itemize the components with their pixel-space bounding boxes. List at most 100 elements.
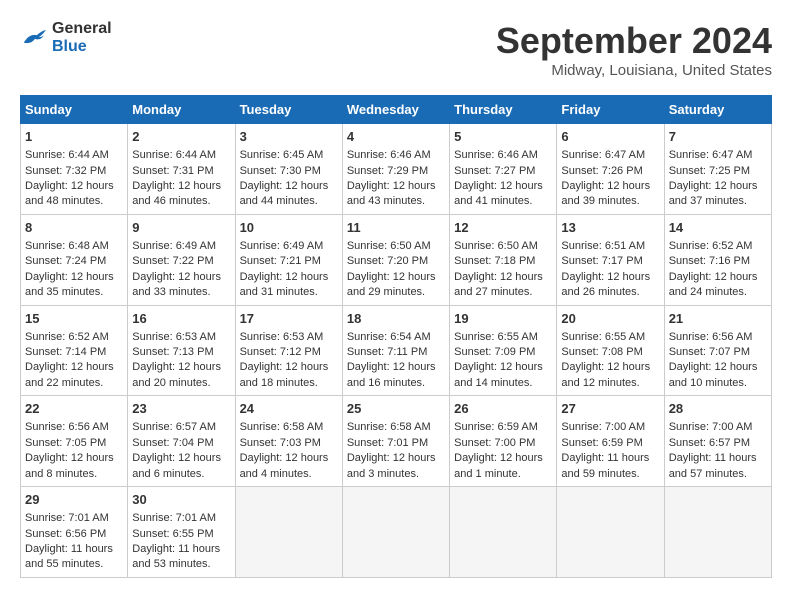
cell-info-line: Sunrise: 6:46 AM bbox=[347, 148, 445, 163]
cell-info-line: Daylight: 11 hours bbox=[25, 542, 123, 557]
day-number: 2 bbox=[132, 128, 230, 146]
cell-info-line: Sunset: 7:17 PM bbox=[561, 254, 659, 269]
day-number: 30 bbox=[132, 491, 230, 509]
calendar-week-1: 1 Sunrise: 6:44 AM Sunset: 7:32 PM Daylight… bbox=[21, 124, 772, 215]
cell-info-line: Sunset: 7:32 PM bbox=[25, 164, 123, 179]
cell-info-line: Sunset: 7:25 PM bbox=[669, 164, 767, 179]
cell-info-line: and 14 minutes. bbox=[454, 376, 552, 391]
day-number: 6 bbox=[561, 128, 659, 146]
cell-info-line: Daylight: 12 hours bbox=[25, 360, 123, 375]
logo-text: General Blue bbox=[52, 20, 112, 56]
cell-info-line: Sunset: 7:21 PM bbox=[240, 254, 338, 269]
cell-info-line: Sunset: 7:16 PM bbox=[669, 254, 767, 269]
cell-info-line: Sunset: 7:24 PM bbox=[25, 254, 123, 269]
cell-info-line: Sunrise: 7:01 AM bbox=[25, 511, 123, 526]
cell-info-line: and 27 minutes. bbox=[454, 285, 552, 300]
calendar-table: Sunday Monday Tuesday Wednesday Thursday… bbox=[20, 95, 772, 578]
cell-info-line: Daylight: 12 hours bbox=[132, 360, 230, 375]
cell-info-line: Sunset: 6:55 PM bbox=[132, 527, 230, 542]
cell-info-line: Sunrise: 7:00 AM bbox=[669, 420, 767, 435]
cell-info-line: Sunrise: 6:55 AM bbox=[454, 330, 552, 345]
calendar-cell: 30Sunrise: 7:01 AMSunset: 6:55 PMDayligh… bbox=[128, 487, 235, 578]
calendar-cell bbox=[235, 487, 342, 578]
cell-info-line: Daylight: 11 hours bbox=[132, 542, 230, 557]
cell-info-line: Sunrise: 6:45 AM bbox=[240, 148, 338, 163]
cell-info-line: Sunrise: 6:53 AM bbox=[240, 330, 338, 345]
cell-info-line: Daylight: 12 hours bbox=[240, 179, 338, 194]
calendar-cell bbox=[450, 487, 557, 578]
cell-info-line: Sunset: 7:12 PM bbox=[240, 345, 338, 360]
cell-info-line: and 53 minutes. bbox=[132, 557, 230, 572]
day-number: 14 bbox=[669, 219, 767, 237]
day-number: 18 bbox=[347, 310, 445, 328]
cell-info-line: Sunrise: 6:44 AM bbox=[132, 148, 230, 163]
calendar-cell: 21Sunrise: 6:56 AMSunset: 7:07 PMDayligh… bbox=[664, 305, 771, 396]
cell-info-line: Daylight: 12 hours bbox=[25, 270, 123, 285]
calendar-cell: 18Sunrise: 6:54 AMSunset: 7:11 PMDayligh… bbox=[342, 305, 449, 396]
cell-info-line: and 18 minutes. bbox=[240, 376, 338, 391]
day-number: 1 bbox=[25, 128, 123, 146]
cell-info-line: Daylight: 12 hours bbox=[561, 270, 659, 285]
cell-info-line: and 41 minutes. bbox=[454, 194, 552, 209]
cell-info-line: Sunset: 7:27 PM bbox=[454, 164, 552, 179]
calendar-cell: 20Sunrise: 6:55 AMSunset: 7:08 PMDayligh… bbox=[557, 305, 664, 396]
calendar-week-4: 22Sunrise: 6:56 AMSunset: 7:05 PMDayligh… bbox=[21, 396, 772, 487]
cell-info-line: Sunrise: 6:56 AM bbox=[669, 330, 767, 345]
calendar-cell: 2Sunrise: 6:44 AMSunset: 7:31 PMDaylight… bbox=[128, 124, 235, 215]
cell-info-line: Sunset: 6:56 PM bbox=[25, 527, 123, 542]
cell-info-line: and 26 minutes. bbox=[561, 285, 659, 300]
cell-info-line: and 22 minutes. bbox=[25, 376, 123, 391]
day-number: 3 bbox=[240, 128, 338, 146]
cell-info-line: and 6 minutes. bbox=[132, 467, 230, 482]
cell-info-line: Daylight: 12 hours bbox=[347, 451, 445, 466]
calendar-cell: 10Sunrise: 6:49 AMSunset: 7:21 PMDayligh… bbox=[235, 214, 342, 305]
day-number: 24 bbox=[240, 400, 338, 418]
cell-info-line: Sunset: 7:22 PM bbox=[132, 254, 230, 269]
cell-info-line: Sunrise: 6:49 AM bbox=[240, 239, 338, 254]
cell-info-line: Sunset: 7:11 PM bbox=[347, 345, 445, 360]
calendar-cell bbox=[342, 487, 449, 578]
col-saturday: Saturday bbox=[664, 96, 771, 124]
cell-info-line: Sunrise: 6:59 AM bbox=[454, 420, 552, 435]
calendar-cell: 26Sunrise: 6:59 AMSunset: 7:00 PMDayligh… bbox=[450, 396, 557, 487]
cell-info-line: Daylight: 12 hours bbox=[454, 451, 552, 466]
calendar-cell: 8Sunrise: 6:48 AMSunset: 7:24 PMDaylight… bbox=[21, 214, 128, 305]
cell-info-line: Sunset: 7:30 PM bbox=[240, 164, 338, 179]
cell-info-line: Daylight: 12 hours bbox=[669, 360, 767, 375]
cell-info-line: and 4 minutes. bbox=[240, 467, 338, 482]
calendar-cell: 16Sunrise: 6:53 AMSunset: 7:13 PMDayligh… bbox=[128, 305, 235, 396]
day-number: 22 bbox=[25, 400, 123, 418]
calendar-cell: 12Sunrise: 6:50 AMSunset: 7:18 PMDayligh… bbox=[450, 214, 557, 305]
calendar-week-3: 15Sunrise: 6:52 AMSunset: 7:14 PMDayligh… bbox=[21, 305, 772, 396]
col-friday: Friday bbox=[557, 96, 664, 124]
col-monday: Monday bbox=[128, 96, 235, 124]
calendar-cell: 22Sunrise: 6:56 AMSunset: 7:05 PMDayligh… bbox=[21, 396, 128, 487]
cell-info-line: Sunrise: 6:46 AM bbox=[454, 148, 552, 163]
calendar-cell: 3 Sunrise: 6:45 AMSunset: 7:30 PMDaylight… bbox=[235, 124, 342, 215]
calendar-cell: 5Sunrise: 6:46 AMSunset: 7:27 PMDaylight… bbox=[450, 124, 557, 215]
cell-info-line: Sunrise: 6:58 AM bbox=[240, 420, 338, 435]
cell-info-line: and 35 minutes. bbox=[25, 285, 123, 300]
cell-info-line: and 33 minutes. bbox=[132, 285, 230, 300]
cell-info-line: and 8 minutes. bbox=[25, 467, 123, 482]
cell-info-line: Daylight: 12 hours bbox=[132, 451, 230, 466]
calendar-cell bbox=[557, 487, 664, 578]
day-number: 10 bbox=[240, 219, 338, 237]
cell-info-line: Sunrise: 6:53 AM bbox=[132, 330, 230, 345]
title-block: September 2024 Midway, Louisiana, United… bbox=[496, 20, 772, 79]
cell-info-line: and 43 minutes. bbox=[347, 194, 445, 209]
calendar-cell: 27Sunrise: 7:00 AMSunset: 6:59 PMDayligh… bbox=[557, 396, 664, 487]
day-number: 9 bbox=[132, 219, 230, 237]
cell-info-line: and 59 minutes. bbox=[561, 467, 659, 482]
month-title: September 2024 bbox=[496, 20, 772, 62]
day-number: 4 bbox=[347, 128, 445, 146]
calendar-cell: 23Sunrise: 6:57 AMSunset: 7:04 PMDayligh… bbox=[128, 396, 235, 487]
calendar-cell bbox=[664, 487, 771, 578]
calendar-week-5: 29Sunrise: 7:01 AMSunset: 6:56 PMDayligh… bbox=[21, 487, 772, 578]
day-number: 19 bbox=[454, 310, 552, 328]
day-number: 28 bbox=[669, 400, 767, 418]
day-number: 5 bbox=[454, 128, 552, 146]
cell-info-line: and 1 minute. bbox=[454, 467, 552, 482]
cell-info-line: Sunset: 7:13 PM bbox=[132, 345, 230, 360]
calendar-cell: 1Sunrise: 6:44 AMSunset: 7:32 PMDaylight… bbox=[21, 124, 128, 215]
